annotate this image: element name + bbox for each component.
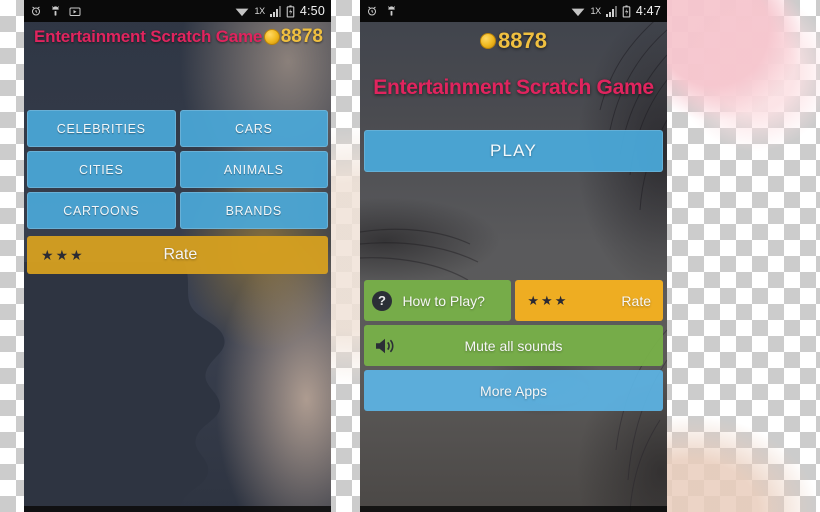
coin-count-label: 8878 (498, 28, 547, 53)
category-button-cartoons[interactable]: CARTOONS (27, 192, 176, 229)
question-mark-icon: ? (372, 290, 392, 311)
coin-counter: 8878 (263, 26, 323, 48)
star-icon: ★ (554, 293, 567, 308)
alarm-icon (30, 5, 42, 17)
mute-all-sounds-button[interactable]: Mute all sounds (364, 325, 663, 366)
category-button-cities[interactable]: CITIES (27, 151, 176, 188)
status-bar-left: 1X 4:50 (24, 0, 331, 22)
coin-counter: 8878 (360, 28, 667, 54)
network-type-label: 1X (254, 6, 265, 16)
rate-button-label: Rate (163, 246, 198, 263)
alarm-icon (366, 5, 378, 17)
status-bar-right-icons: 1X 4:47 (571, 4, 661, 18)
how-to-play-button[interactable]: ? How to Play? (364, 280, 512, 321)
network-type-label: 1X (590, 6, 601, 16)
status-bar-left-icons (30, 5, 81, 17)
category-grid: CELEBRITIES CARS CITIES ANIMALS CARTOONS… (24, 110, 331, 229)
stars-icon: ★ ★ ★ (41, 248, 83, 262)
screenshot-canvas: 1X 4:50 Entertainment Scratch Game 8878 … (0, 0, 820, 512)
star-icon: ★ (527, 293, 540, 308)
menu-row-top: ? How to Play? ★ ★ ★ Rate (364, 280, 663, 321)
clock-label: 4:50 (299, 4, 325, 18)
category-button-celebrities[interactable]: CELEBRITIES (27, 110, 176, 147)
speaker-icon (374, 337, 396, 355)
android-debug-icon (386, 5, 397, 17)
rate-button-label: Rate (621, 292, 651, 309)
android-debug-icon (50, 5, 61, 17)
more-apps-label: More Apps (480, 382, 547, 399)
clock-label: 4:47 (635, 4, 661, 18)
rate-button[interactable]: ★ ★ ★ Rate (515, 280, 663, 321)
coin-count-label: 8878 (280, 26, 323, 47)
rate-button[interactable]: ★ ★ ★ Rate (27, 236, 328, 274)
app-title: Entertainment Scratch Game (34, 27, 263, 46)
menu-row-more-apps: More Apps (364, 370, 663, 411)
navigation-bar (360, 506, 667, 512)
play-button[interactable]: PLAY (364, 130, 663, 172)
mute-all-sounds-label: Mute all sounds (464, 337, 563, 354)
app-content-right: 1X 4:47 8878 Entertainment Scratch Game … (360, 0, 667, 512)
phone-screenshot-right: 1X 4:47 8878 Entertainment Scratch Game … (360, 0, 667, 512)
signal-bars-icon (269, 5, 281, 17)
star-icon: ★ (541, 293, 553, 308)
screenshot-icon (69, 6, 81, 17)
category-button-brands[interactable]: BRANDS (179, 192, 328, 229)
coin-icon (480, 33, 497, 49)
navigation-bar (24, 506, 331, 512)
battery-icon (622, 4, 631, 18)
app-content-left: 1X 4:50 Entertainment Scratch Game 8878 … (24, 0, 331, 512)
more-apps-button[interactable]: More Apps (364, 370, 663, 411)
star-icon: ★ (41, 247, 54, 263)
star-icon: ★ (55, 247, 69, 263)
phone-screenshot-left: 1X 4:50 Entertainment Scratch Game 8878 … (24, 0, 331, 512)
status-bar-left-icons (366, 5, 397, 17)
how-to-play-label: How to Play? (402, 292, 485, 309)
coin-icon (263, 29, 280, 45)
category-button-animals[interactable]: ANIMALS (179, 151, 328, 188)
menu-button-stack: ? How to Play? ★ ★ ★ Rate Mute all sound… (364, 280, 663, 415)
header-left: Entertainment Scratch Game 8878 (24, 26, 331, 48)
signal-bars-icon (605, 5, 617, 17)
category-button-cars[interactable]: CARS (179, 110, 328, 147)
wifi-icon (571, 6, 585, 17)
menu-row-mute: Mute all sounds (364, 325, 663, 366)
star-icon: ★ (70, 247, 83, 263)
app-title: Entertainment Scratch Game (373, 76, 654, 99)
wifi-icon (235, 6, 249, 17)
status-bar-right: 1X 4:47 (360, 0, 667, 22)
battery-icon (286, 4, 295, 18)
status-bar-right-icons: 1X 4:50 (235, 4, 325, 18)
stars-icon: ★ ★ ★ (527, 294, 566, 307)
